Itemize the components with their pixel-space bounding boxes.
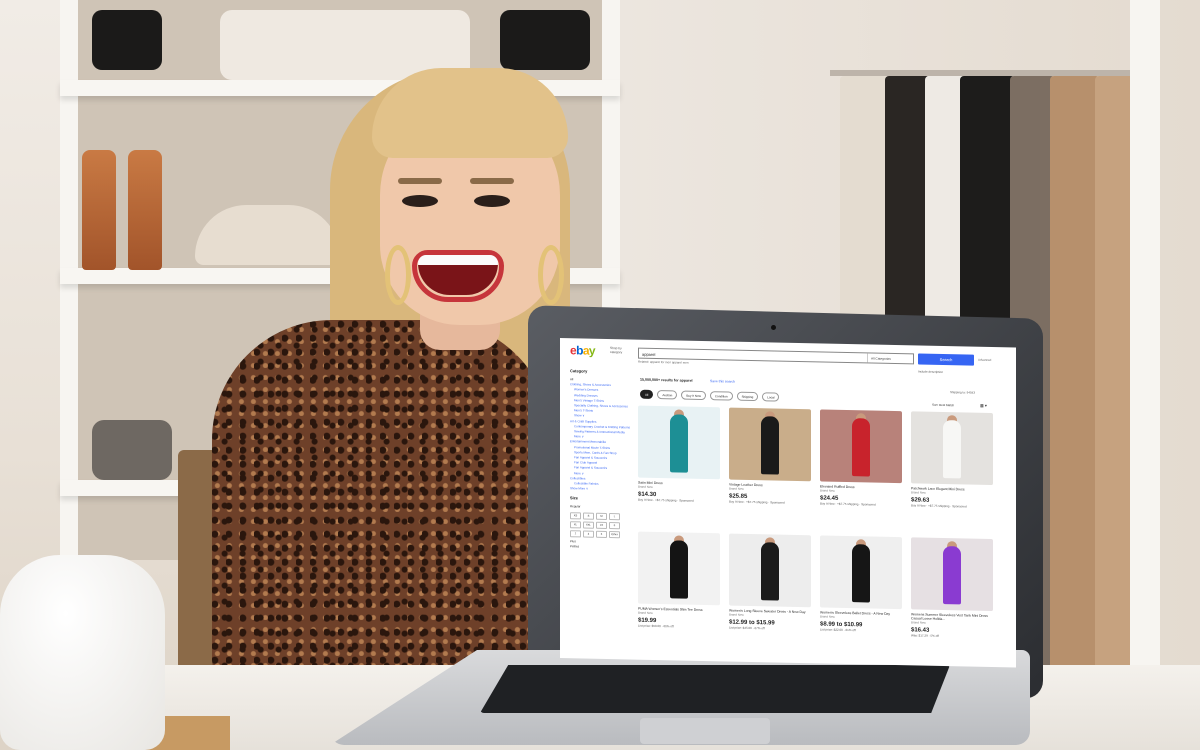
dress-figure — [670, 414, 688, 473]
include-description-checkbox[interactable]: Include description — [918, 369, 943, 374]
eye — [402, 195, 438, 207]
product-card[interactable]: Women's Long Sleeve Sweater Dress - A Ne… — [729, 533, 815, 658]
product-card[interactable]: Womens Summer Sleeveless Vest Tank Mini … — [911, 537, 997, 661]
size-option[interactable]: 6 — [596, 530, 607, 538]
size-option[interactable]: 2X — [596, 521, 607, 529]
product-meta: Buy It Now · +$7.75 shipping · Sponsored — [820, 501, 876, 507]
size-option[interactable]: XS — [570, 511, 581, 520]
results-count: 15,000,000+ results for apparel — [640, 377, 693, 383]
product-image[interactable] — [911, 411, 993, 486]
size-type-regular[interactable]: Regular — [570, 505, 634, 512]
sort-dropdown[interactable]: Sort: Best Match — [932, 403, 954, 407]
product-card[interactable]: Vintage Leather Dress Brand New $25.85 Buy … — [729, 407, 815, 532]
size-option[interactable]: 4 — [583, 530, 594, 538]
ebay-logo[interactable]: ebay — [570, 343, 595, 358]
boot — [128, 150, 162, 270]
view-toggle[interactable]: ▦ ▾ — [980, 403, 987, 408]
product-condition: Brand New — [638, 484, 653, 489]
shelf-column — [1130, 0, 1160, 700]
product-image[interactable] — [820, 409, 902, 484]
hair — [372, 68, 568, 158]
product-condition: Brand New — [729, 486, 744, 491]
product-card[interactable]: Satin Mini Dress Brand New $14.30 Buy It No… — [638, 405, 724, 530]
product-condition: Brand New — [911, 620, 926, 625]
handbag — [500, 10, 590, 70]
category-select[interactable]: All Categories — [867, 353, 915, 364]
save-search-link[interactable]: Save this search — [710, 379, 735, 384]
dress-figure — [852, 418, 870, 477]
product-meta: Buy It Now · +$7.75 shipping · Sponsored — [729, 499, 785, 505]
product-meta: Was: $17.29 · 5% off — [911, 633, 939, 638]
product-image[interactable] — [729, 533, 811, 608]
product-meta: Buy It Now · +$7.75 shipping · Sponsored — [911, 503, 967, 509]
dress-figure — [761, 416, 779, 475]
eye — [474, 195, 510, 207]
leopard-print-top — [212, 320, 552, 680]
dress-figure — [670, 540, 688, 599]
sidebar-category-link[interactable]: Show More ∨ — [570, 486, 634, 493]
search-query: apparel — [642, 351, 656, 357]
product-meta: Buy It Now · +$7.75 shipping · Sponsored — [638, 497, 694, 503]
size-grid: XS S M L XL XXL 2X 0 2 4 6 Other — [570, 511, 634, 538]
filter-chip[interactable]: Buy It Now — [681, 390, 706, 401]
product-grid: Satin Mini Dress Brand New $14.30 Buy It No… — [638, 405, 1008, 662]
product-image[interactable] — [911, 537, 993, 612]
filter-sidebar: Category All Clothing, Shoes & Accessorie… — [570, 368, 634, 550]
filter-chip[interactable]: Auction — [657, 390, 678, 400]
size-option[interactable]: M — [596, 512, 607, 520]
size-type-petites[interactable]: Petites — [570, 544, 634, 551]
related-searches[interactable]: Related: apparel for men apparel men — [638, 360, 689, 365]
eyebrow — [398, 178, 442, 184]
size-option[interactable]: 0 — [609, 521, 620, 529]
size-option[interactable]: 2 — [570, 529, 581, 538]
product-card[interactable]: Patchwork Lace Elegant Mini Dress Brand N… — [911, 411, 997, 535]
product-image[interactable] — [729, 407, 811, 482]
advanced-search-link[interactable]: Advanced — [978, 358, 991, 362]
boot — [82, 150, 116, 270]
product-image[interactable] — [638, 405, 720, 480]
product-card[interactable]: Elevated Ruffled Dress Brand New $24.45 Buy… — [820, 409, 906, 533]
filter-chip[interactable]: Shipping — [736, 391, 759, 402]
hoop-earring — [538, 245, 564, 305]
filter-chips: All Auction Buy It Now Condition Shipping Loc… — [640, 389, 780, 402]
folded-clothes — [92, 420, 172, 480]
hat — [195, 205, 340, 265]
white-vase — [0, 555, 165, 750]
hanging-garment — [1095, 76, 1135, 676]
product-condition: Brand New — [820, 488, 835, 493]
handbag — [92, 10, 162, 70]
hanging-garment — [1050, 76, 1100, 676]
eyebrow — [470, 178, 514, 184]
laptop-screen: ebay Shop by category apparel All Catego… — [560, 338, 1016, 668]
dress-figure — [943, 420, 961, 479]
photo-scene: ebay Shop by category apparel All Catego… — [0, 0, 1200, 750]
product-card[interactable]: PUMA Women's Essentials Slim Tee Dress Br… — [638, 531, 724, 656]
keyboard — [480, 665, 950, 713]
dress-figure — [943, 546, 961, 605]
filter-chip[interactable]: Condition — [709, 391, 733, 401]
filter-chip[interactable]: All — [640, 389, 654, 399]
filter-chip[interactable]: Local — [762, 392, 780, 402]
dress-figure — [852, 544, 870, 603]
size-option[interactable]: L — [609, 512, 620, 520]
trackpad — [640, 718, 770, 744]
category-heading: Category — [570, 368, 588, 374]
size-option[interactable]: XXL — [583, 521, 594, 529]
size-option[interactable]: S — [583, 512, 594, 520]
search-button[interactable]: Search — [918, 353, 974, 366]
size-option[interactable]: Other — [609, 530, 620, 538]
product-meta: List price: $50.00 · 60% off — [638, 623, 674, 629]
size-option[interactable]: XL — [570, 520, 581, 529]
hoop-earring — [385, 245, 411, 305]
product-card[interactable]: Women's Sleeveless Ballet Dress - A New … — [820, 535, 906, 659]
dress-figure — [761, 542, 779, 601]
webcam — [771, 325, 776, 330]
shipping-to[interactable]: Shipping to: 94043 — [950, 390, 975, 395]
product-image[interactable] — [638, 531, 720, 606]
product-meta: List price: $22.00 · 61% off — [820, 627, 856, 633]
size-heading: Size — [570, 495, 579, 501]
shop-by-category-button[interactable]: Shop by category — [610, 346, 632, 354]
product-image[interactable] — [820, 535, 902, 610]
